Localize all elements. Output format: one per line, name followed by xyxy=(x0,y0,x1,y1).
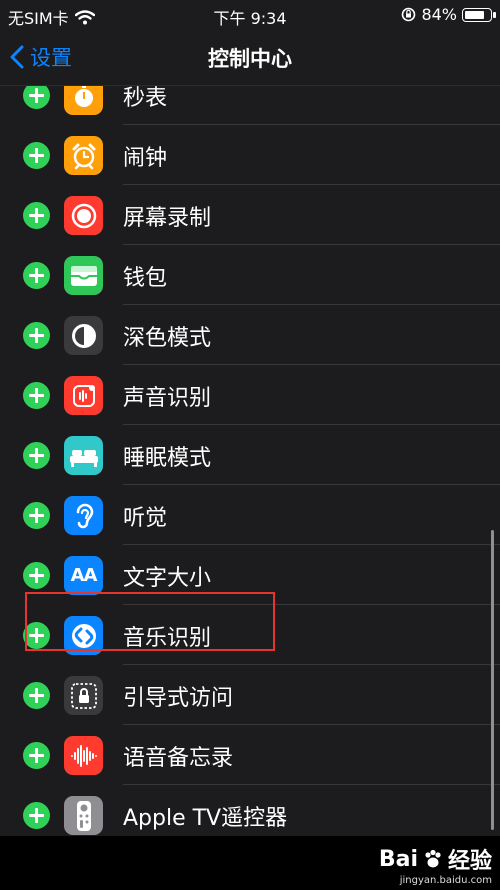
screen-record-icon xyxy=(64,196,103,235)
watermark-brand-right: 经验 xyxy=(447,849,492,874)
control-label: 文字大小 xyxy=(123,566,212,591)
control-row: 引导式访问 xyxy=(0,665,500,725)
lock-icon xyxy=(64,676,103,715)
control-label: 引导式访问 xyxy=(123,686,234,711)
more-controls-list[interactable]: 秒表 闹钟 屏幕录制 钱包 深色模式 声音识别 睡眠模式 听觉 AA 文字大小 音乐识别 引导式访问语… xyxy=(0,86,500,836)
battery-percentage: 84% xyxy=(421,5,457,24)
status-bar: 无SIM卡 下午 9:34 84% xyxy=(0,0,500,30)
add-control-button[interactable] xyxy=(23,382,50,409)
add-control-button[interactable] xyxy=(23,262,50,289)
control-label: 钱包 xyxy=(123,266,168,291)
add-control-button[interactable] xyxy=(23,202,50,229)
status-right-group: 84% xyxy=(401,5,496,24)
add-control-button[interactable] xyxy=(23,442,50,469)
scroll-indicator[interactable] xyxy=(491,530,494,830)
control-row: 语音备忘录 xyxy=(0,725,500,785)
waveform-icon xyxy=(64,736,103,775)
remote-icon xyxy=(64,796,103,835)
dark-mode-icon xyxy=(64,316,103,355)
watermark-url: jingyan.baidu.com xyxy=(399,875,492,886)
page-title: 控制中心 xyxy=(208,47,292,71)
battery-icon xyxy=(462,7,496,22)
control-row: 屏幕录制 xyxy=(0,185,500,245)
sound-recognition-icon xyxy=(64,376,103,415)
control-label: 闹钟 xyxy=(123,146,168,171)
watermark-brand: Bai 经验 xyxy=(379,843,492,875)
control-row: 睡眠模式 xyxy=(0,425,500,485)
bottom-bar: Bai 经验 jingyan.baidu.com xyxy=(0,836,500,890)
text-size-icon: AA xyxy=(64,556,103,595)
control-label: 睡眠模式 xyxy=(123,446,212,471)
alarm-icon xyxy=(64,136,103,175)
battery-fill xyxy=(465,10,484,19)
ear-icon xyxy=(64,496,103,535)
control-row: 声音识别 xyxy=(0,365,500,425)
more-controls-list-inner: 秒表 闹钟 屏幕录制 钱包 深色模式 声音识别 睡眠模式 听觉 AA 文字大小 音乐识别 引导式访问语… xyxy=(0,86,500,836)
control-row: 秒表 xyxy=(0,86,500,125)
bed-icon xyxy=(64,436,103,475)
add-control-button[interactable] xyxy=(23,502,50,529)
control-row: 闹钟 xyxy=(0,125,500,185)
control-label: 屏幕录制 xyxy=(123,206,212,231)
navigation-bar: 设置 控制中心 xyxy=(0,30,500,86)
control-row: 深色模式 xyxy=(0,305,500,365)
stopwatch-icon xyxy=(64,86,103,115)
icon-text: AA xyxy=(70,565,98,586)
add-control-button[interactable] xyxy=(23,562,50,589)
add-control-button[interactable] xyxy=(23,682,50,709)
control-label: Apple TV遥控器 xyxy=(123,806,288,831)
baidu-paw-icon xyxy=(425,849,441,868)
wallet-icon xyxy=(64,256,103,295)
control-label: 听觉 xyxy=(123,506,168,531)
control-row: 钱包 xyxy=(0,245,500,305)
add-control-button[interactable] xyxy=(23,802,50,829)
control-row: Apple TV遥控器 xyxy=(0,785,500,836)
control-label: 深色模式 xyxy=(123,326,212,351)
control-row: 听觉 xyxy=(0,485,500,545)
add-control-button[interactable] xyxy=(23,322,50,349)
add-control-button[interactable] xyxy=(23,142,50,169)
watermark-brand-left: Bai xyxy=(378,846,418,872)
orientation-lock-icon xyxy=(402,7,416,22)
highlight-box xyxy=(25,592,275,651)
baidu-watermark: Bai 经验 jingyan.baidu.com xyxy=(379,843,492,887)
control-label: 语音备忘录 xyxy=(123,746,234,771)
add-control-button[interactable] xyxy=(23,742,50,769)
add-control-button[interactable] xyxy=(23,86,50,109)
control-label: 秒表 xyxy=(123,86,168,111)
control-label: 声音识别 xyxy=(123,386,212,411)
